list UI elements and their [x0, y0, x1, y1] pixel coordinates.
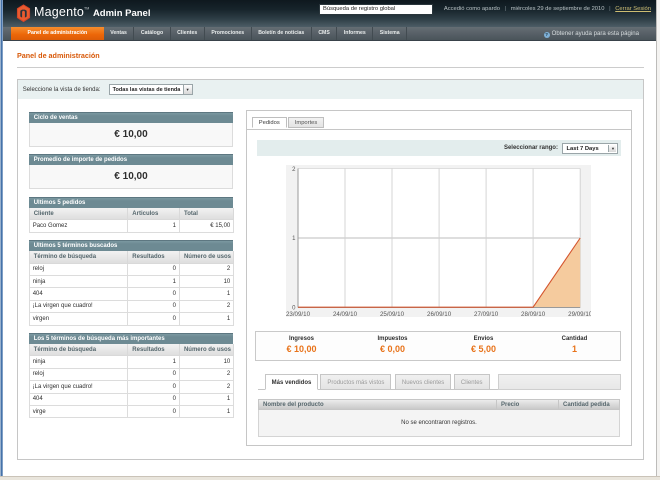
svg-text:1: 1 — [292, 237, 296, 243]
svg-text:29/09/10: 29/09/10 — [568, 311, 591, 317]
svg-text:27/09/10: 27/09/10 — [474, 311, 499, 317]
svg-text:24/09/10: 24/09/10 — [333, 311, 358, 317]
svg-text:25/09/10: 25/09/10 — [380, 311, 405, 317]
svg-text:23/09/10: 23/09/10 — [286, 311, 311, 317]
svg-text:2: 2 — [292, 167, 296, 173]
svg-text:26/09/10: 26/09/10 — [427, 311, 452, 317]
svg-text:28/09/10: 28/09/10 — [521, 311, 546, 317]
